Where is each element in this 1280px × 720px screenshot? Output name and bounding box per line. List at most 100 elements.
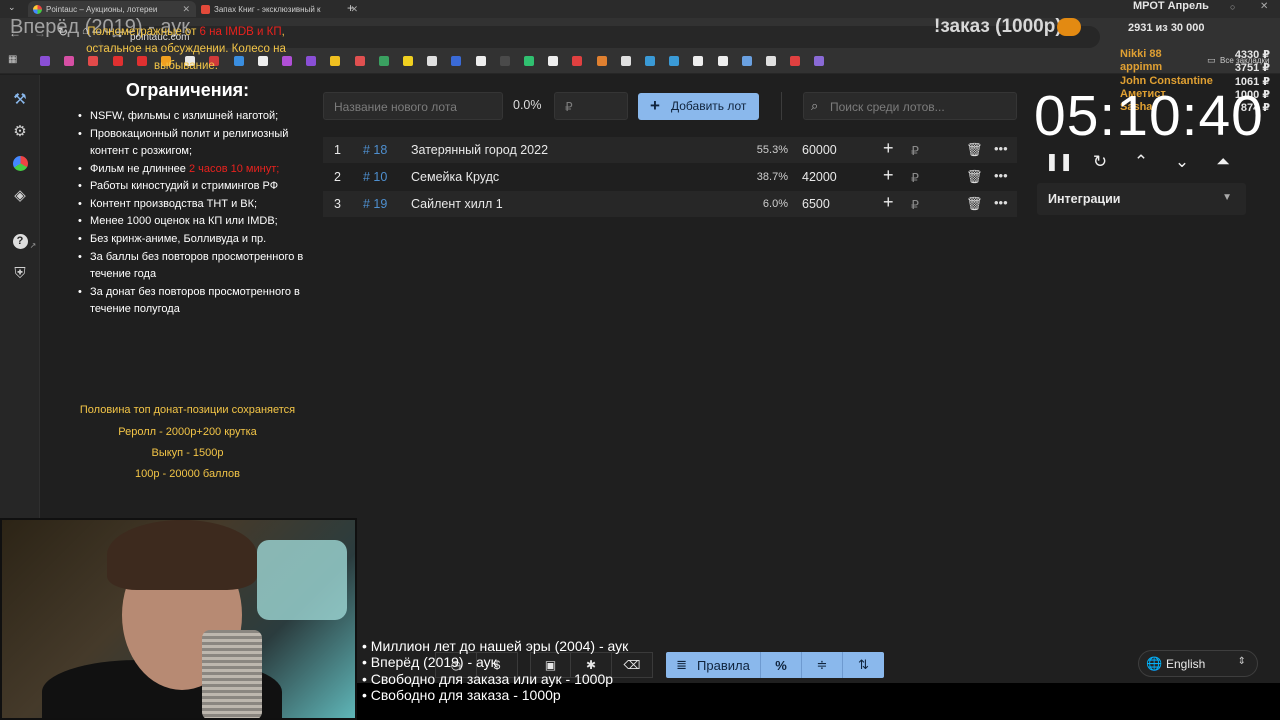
bookmark-favicon-icon[interactable] bbox=[766, 56, 776, 66]
pause-icon[interactable]: ❚❚ bbox=[1045, 150, 1074, 174]
rules-footer-line: 100р - 20000 баллов bbox=[135, 468, 240, 480]
bookmark-favicon-icon[interactable] bbox=[378, 56, 389, 66]
bookmark-favicon-icon[interactable] bbox=[741, 56, 752, 66]
bookmark-favicon-icon[interactable] bbox=[814, 56, 825, 66]
new-lot-name-input[interactable]: Название нового лота bbox=[323, 92, 503, 120]
donor-amount: 4330 ₽ bbox=[1234, 49, 1270, 61]
more-options-icon[interactable]: ••• bbox=[994, 195, 1008, 210]
delete-lot-icon[interactable]: 🗑 bbox=[966, 142, 983, 158]
sort-icon[interactable]: ⇅ bbox=[843, 652, 884, 678]
lot-position: 2 bbox=[334, 170, 341, 184]
apps-grid-icon[interactable]: ▦ bbox=[8, 54, 17, 65]
lot-percent: 6.0% bbox=[762, 198, 788, 210]
lot-id-link[interactable]: # 18 bbox=[363, 143, 387, 157]
bookmark-favicon-icon[interactable] bbox=[620, 56, 631, 66]
donation-goal-name: МРОТ Апрель bbox=[1133, 0, 1209, 12]
window-minimize-icon[interactable]: ○ bbox=[1230, 2, 1235, 12]
window-close-icon[interactable]: ✕ bbox=[1260, 1, 1268, 12]
lot-search-input[interactable]: ⌕ Поиск среди лотов... bbox=[803, 92, 1017, 120]
bookmark-favicon-icon[interactable] bbox=[693, 56, 704, 66]
new-tab-button[interactable]: + bbox=[347, 1, 354, 15]
more-options-icon[interactable]: ••• bbox=[994, 141, 1008, 156]
lot-row[interactable]: 2 # 10 Семейка Крудс 38.7% 42000 + ₽ 🗑 •… bbox=[323, 164, 1017, 190]
bookmark-favicon-icon[interactable] bbox=[499, 56, 510, 66]
bookmark-favicon-icon[interactable] bbox=[354, 56, 365, 66]
bookmark-favicon-icon[interactable] bbox=[669, 56, 680, 66]
subtract-time-chevron-down-icon[interactable]: ⌄ bbox=[1170, 150, 1194, 174]
bookmark-favicon-icon[interactable] bbox=[645, 56, 655, 66]
list-item-text: Фильм не длиннее bbox=[90, 162, 189, 175]
lot-row[interactable]: 1 # 18 Затерянный город 2022 55.3% 60000… bbox=[323, 137, 1017, 163]
lot-id-link[interactable]: # 10 bbox=[363, 170, 387, 184]
external-link-icon[interactable]: ↗ bbox=[28, 240, 38, 250]
bookmark-favicon-icon[interactable] bbox=[790, 56, 801, 66]
reset-timer-icon[interactable]: ↻ bbox=[1088, 150, 1112, 174]
close-tab-icon[interactable]: ✕ bbox=[182, 4, 190, 15]
add-amount-icon[interactable]: + bbox=[883, 165, 894, 186]
lot-name[interactable]: Затерянный город 2022 bbox=[411, 143, 548, 157]
lot-amount[interactable]: 60000 bbox=[802, 143, 837, 157]
bookmark-favicon-icon[interactable] bbox=[524, 56, 534, 66]
ruble-icon[interactable]: ₽ bbox=[911, 170, 919, 185]
lot-row[interactable]: 3 # 19 Сайлент хилл 1 6.0% 6500 + ₽ 🗑 ••… bbox=[323, 191, 1017, 217]
auction-timer: 05:10:40 bbox=[1034, 84, 1264, 148]
bookmark-favicon-icon[interactable] bbox=[306, 56, 317, 66]
bookmark-favicon-icon[interactable] bbox=[475, 56, 486, 66]
tab-zapah-knig[interactable]: Запах Книг - эксклюзивный к ✕ bbox=[196, 1, 364, 17]
bookmark-favicon-icon[interactable] bbox=[427, 56, 438, 66]
double-chevron-up-icon[interactable]: ⏶ bbox=[1211, 150, 1235, 174]
webcam-background-light bbox=[257, 540, 347, 620]
bookmark-favicon-icon[interactable] bbox=[64, 56, 75, 66]
bookmark-favicon-icon[interactable] bbox=[596, 56, 607, 66]
toolbar-divider bbox=[781, 92, 782, 120]
rules-button-group: ≣ Правила % ≑ ⇅ bbox=[666, 652, 884, 678]
tab-pointauc[interactable]: Pointauc – Аукционы, лотереи ✕ bbox=[28, 1, 196, 17]
book-favicon-icon bbox=[201, 5, 210, 14]
bookmark-favicon-icon[interactable] bbox=[403, 56, 413, 66]
add-lot-button[interactable]: + Добавить лот bbox=[638, 93, 759, 120]
wheel-chart-icon[interactable] bbox=[11, 154, 29, 172]
donor-name: appimm bbox=[1120, 61, 1163, 74]
integrations-accordion[interactable]: Интеграции ▼ bbox=[1037, 183, 1246, 215]
rules-footer-line: Реролл - 2000р+200 крутка bbox=[118, 426, 257, 438]
lot-amount[interactable]: 42000 bbox=[802, 170, 837, 184]
delete-lot-icon[interactable]: 🗑 bbox=[966, 169, 983, 185]
bookmark-favicon-icon[interactable] bbox=[330, 56, 341, 66]
layers-icon[interactable]: ◈ bbox=[11, 186, 29, 204]
list-item: За баллы без повторов просмотренного в т… bbox=[75, 249, 305, 284]
help-icon[interactable]: ? bbox=[11, 232, 29, 250]
lot-name[interactable]: Сайлент хилл 1 bbox=[411, 197, 503, 211]
rules-button[interactable]: ≣ Правила bbox=[666, 652, 760, 678]
lot-name[interactable]: Семейка Крудс bbox=[411, 170, 499, 184]
lot-position: 1 bbox=[334, 143, 341, 157]
add-amount-icon[interactable]: + bbox=[883, 138, 894, 159]
bookmark-favicon-icon[interactable] bbox=[548, 56, 559, 66]
bookmark-favicon-icon[interactable] bbox=[451, 56, 462, 66]
bookmark-favicon-icon[interactable] bbox=[572, 56, 583, 66]
bookmark-favicon-icon[interactable] bbox=[40, 56, 50, 66]
auction-gavel-icon[interactable]: ⚒ bbox=[11, 90, 29, 108]
lot-id-link[interactable]: # 19 bbox=[363, 197, 387, 211]
list-item: За донат без повторов просмотренного в т… bbox=[75, 284, 305, 319]
ruble-icon[interactable]: ₽ bbox=[911, 197, 919, 212]
list-item: Без кринж-аниме, Болливуда и пр. bbox=[75, 231, 305, 249]
compress-icon[interactable]: ≑ bbox=[802, 652, 842, 678]
new-lot-amount-input[interactable]: ₽ bbox=[554, 92, 628, 120]
language-select[interactable]: 🌐 English ⇕ bbox=[1138, 650, 1258, 677]
lot-amount[interactable]: 6500 bbox=[802, 197, 830, 211]
ticker-line: • Свободно для заказа - 1000р bbox=[362, 686, 561, 703]
add-time-chevron-up-icon[interactable]: ⌃ bbox=[1129, 150, 1153, 174]
shield-check-icon[interactable]: ⛨ bbox=[11, 264, 29, 282]
delete-lot-icon[interactable]: 🗑 bbox=[966, 196, 983, 212]
ruble-icon[interactable]: ₽ bbox=[911, 143, 919, 158]
rules-intro: Полнометражные от 6 на IMDB и КП, осталь… bbox=[75, 24, 297, 75]
order-alert-badge bbox=[1057, 18, 1081, 36]
bookmark-favicon-icon[interactable] bbox=[717, 56, 728, 66]
more-options-icon[interactable]: ••• bbox=[994, 168, 1008, 183]
tab-list-chevron-icon[interactable]: ⌄ bbox=[8, 2, 16, 13]
settings-gear-icon[interactable]: ⚙ bbox=[11, 122, 29, 140]
list-icon: ≣ bbox=[676, 657, 688, 672]
percent-toggle-icon[interactable]: % bbox=[761, 652, 801, 678]
search-icon: ⌕ bbox=[811, 98, 819, 113]
add-amount-icon[interactable]: + bbox=[883, 192, 894, 213]
